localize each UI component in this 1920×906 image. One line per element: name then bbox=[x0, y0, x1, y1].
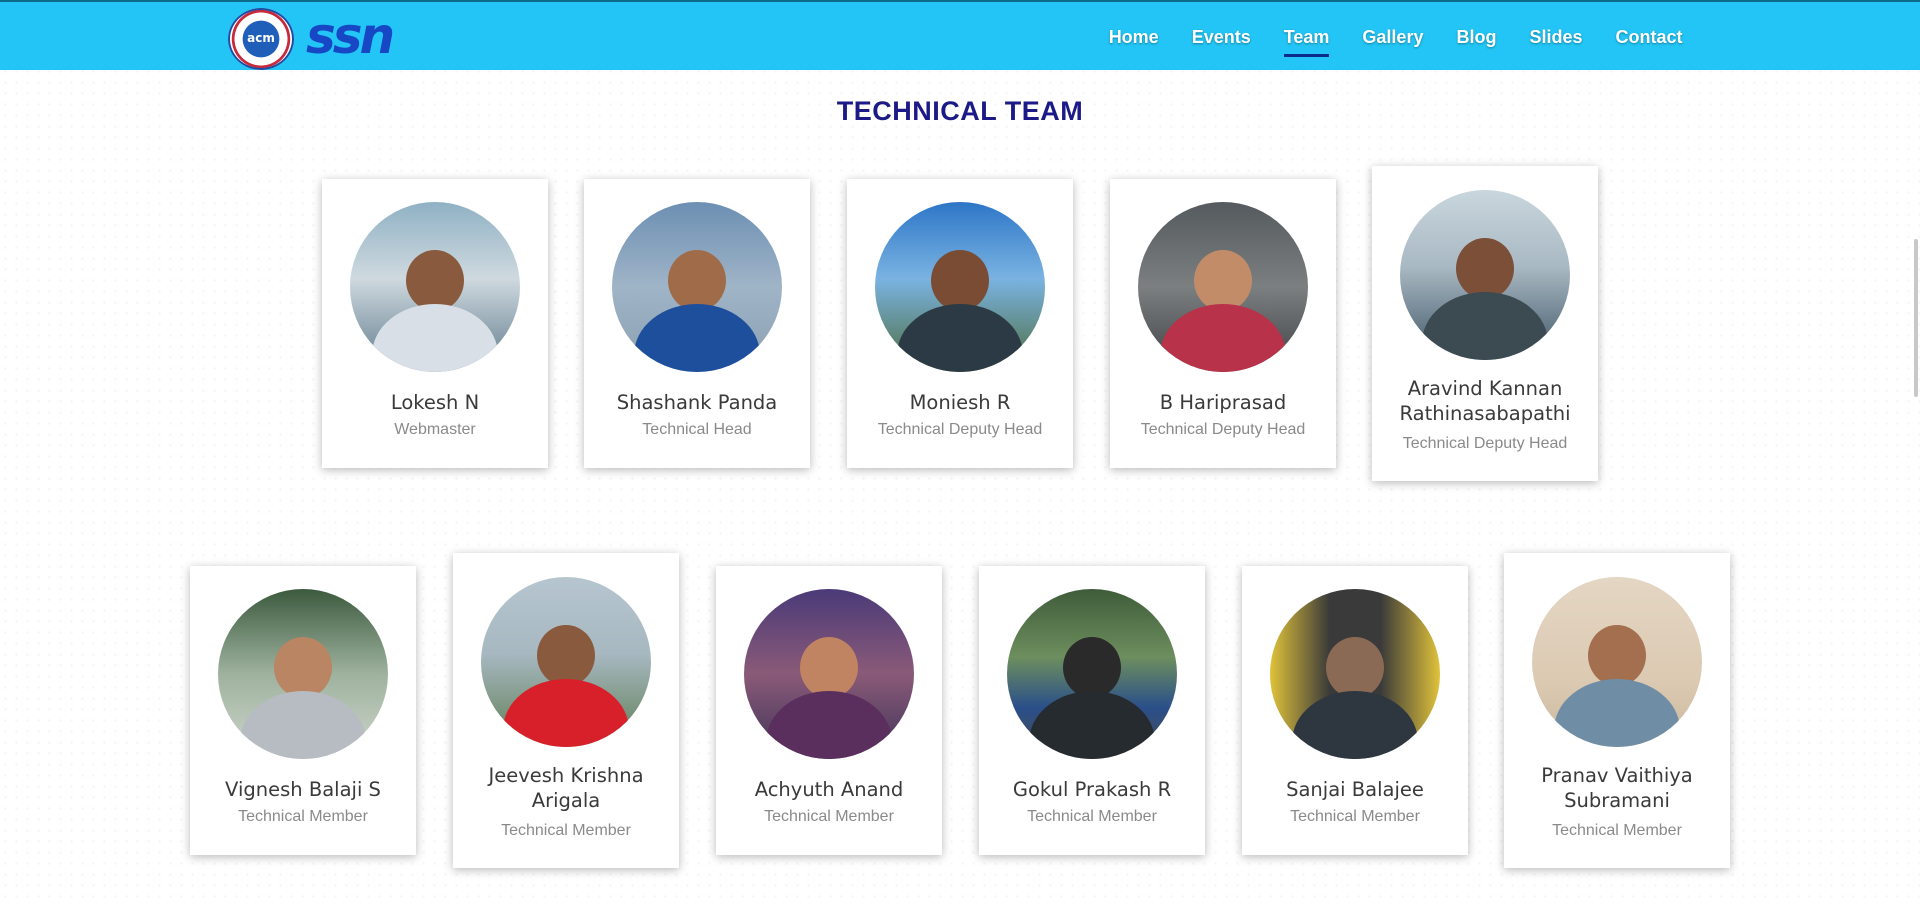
member-photo bbox=[744, 589, 914, 759]
team-card: Sanjai Balajee Technical Member bbox=[1242, 566, 1468, 855]
member-name: Lokesh N bbox=[390, 391, 480, 414]
team-card: Moniesh R Technical Deputy Head bbox=[847, 179, 1073, 468]
section-title: TECHNICAL TEAM bbox=[836, 96, 1084, 126]
member-role: Technical Deputy Head bbox=[1402, 435, 1568, 452]
nav-link-home[interactable]: Home bbox=[1092, 2, 1175, 72]
member-photo bbox=[1400, 190, 1570, 360]
page-scrollbar[interactable] bbox=[1902, 70, 1920, 906]
member-photo bbox=[1532, 577, 1702, 747]
nav-link-gallery[interactable]: Gallery bbox=[1346, 2, 1440, 72]
team-card: Jeevesh Krishna Arigala Technical Member bbox=[453, 553, 679, 868]
member-role: Technical Deputy Head bbox=[1140, 421, 1306, 438]
member-name: Achyuth Anand bbox=[754, 778, 904, 801]
member-photo bbox=[218, 589, 388, 759]
nav-link-contact[interactable]: Contact bbox=[1599, 2, 1699, 72]
member-photo bbox=[1270, 589, 1440, 759]
nav-link-blog[interactable]: Blog bbox=[1440, 2, 1513, 72]
member-photo bbox=[1007, 589, 1177, 759]
team-card: Shashank Panda Technical Head bbox=[584, 179, 810, 468]
member-name: Moniesh R bbox=[909, 391, 1011, 414]
member-role: Technical Member bbox=[1552, 822, 1682, 839]
member-photo bbox=[1138, 202, 1308, 372]
acm-logo[interactable]: acm bbox=[228, 8, 294, 70]
member-role: Webmaster bbox=[394, 421, 476, 438]
nav-links: Home Events Team Gallery Blog Slides Con… bbox=[1092, 2, 1699, 72]
member-role: Technical Member bbox=[1027, 808, 1157, 825]
team-card: Achyuth Anand Technical Member bbox=[716, 566, 942, 855]
member-name: Aravind Kannan Rathinasabapathi bbox=[1399, 377, 1571, 425]
member-role: Technical Member bbox=[1290, 808, 1420, 825]
ssn-logo[interactable]: ssn bbox=[306, 8, 395, 64]
member-name: Jeevesh Krishna Arigala bbox=[488, 764, 644, 812]
member-name: Gokul Prakash R bbox=[1012, 778, 1172, 801]
member-name: Pranav Vaithiya Subramani bbox=[1541, 764, 1693, 812]
team-card: Lokesh N Webmaster bbox=[322, 179, 548, 468]
member-photo bbox=[875, 202, 1045, 372]
nav-link-events[interactable]: Events bbox=[1175, 2, 1267, 72]
member-photo bbox=[481, 577, 651, 747]
member-name: Vignesh Balaji S bbox=[225, 778, 381, 801]
member-role: Technical Member bbox=[238, 808, 368, 825]
team-card: Gokul Prakash R Technical Member bbox=[979, 566, 1205, 855]
top-navbar: acm ssn Home Events Team Gallery Blog Sl… bbox=[0, 0, 1920, 70]
member-name: Shashank Panda bbox=[616, 391, 778, 414]
team-card: Vignesh Balaji S Technical Member bbox=[190, 566, 416, 855]
member-role: Technical Member bbox=[764, 808, 894, 825]
team-card: B Hariprasad Technical Deputy Head bbox=[1110, 179, 1336, 468]
acm-logo-text: acm bbox=[247, 31, 275, 45]
scrollbar-thumb[interactable] bbox=[1914, 239, 1918, 397]
team-card: Pranav Vaithiya Subramani Technical Memb… bbox=[1504, 553, 1730, 868]
member-role: Technical Deputy Head bbox=[877, 421, 1043, 438]
member-name: Sanjai Balajee bbox=[1286, 778, 1424, 801]
member-photo bbox=[612, 202, 782, 372]
member-role: Technical Member bbox=[501, 822, 631, 839]
team-card: Aravind Kannan Rathinasabapathi Technica… bbox=[1372, 166, 1598, 481]
member-name: B Hariprasad bbox=[1159, 391, 1287, 414]
member-photo bbox=[350, 202, 520, 372]
member-role: Technical Head bbox=[642, 421, 752, 438]
nav-link-team[interactable]: Team bbox=[1267, 2, 1346, 72]
nav-link-slides[interactable]: Slides bbox=[1513, 2, 1599, 72]
